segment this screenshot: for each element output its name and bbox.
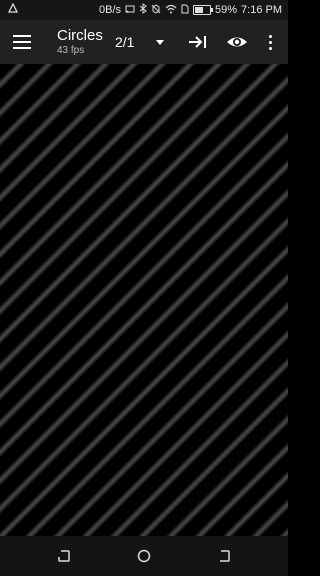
dropdown-arrow-icon <box>156 40 164 45</box>
app-root: 0B/s 59% 7:16 PM Circles 43 fps 2/1 <box>0 0 288 576</box>
speed-spinner[interactable]: 2/1 <box>110 30 170 54</box>
status-bar: 0B/s 59% 7:16 PM <box>0 0 288 20</box>
triangle-icon <box>7 2 19 16</box>
navigation-bar <box>0 536 288 576</box>
menu-icon[interactable] <box>10 30 34 54</box>
fps-counter: 43 fps <box>57 45 85 56</box>
silent-icon <box>151 3 161 17</box>
recents-icon[interactable] <box>215 547 233 565</box>
eye-icon[interactable] <box>225 30 249 54</box>
app-bar: Circles 43 fps 2/1 <box>0 20 288 64</box>
more-vert-icon[interactable] <box>258 30 282 54</box>
app-title: Circles <box>57 27 103 44</box>
sim-icon <box>181 4 189 17</box>
back-icon[interactable] <box>55 547 73 565</box>
wifi-icon <box>165 4 177 17</box>
home-icon[interactable] <box>135 547 153 565</box>
battery-fill <box>195 7 204 13</box>
spinner-value: 2/1 <box>115 34 135 50</box>
clock: 7:16 PM <box>241 4 282 16</box>
skip-to-end-icon[interactable] <box>186 30 210 54</box>
status-icons: 0B/s 59% 7:16 PM <box>99 0 282 20</box>
cast-icon <box>125 4 135 17</box>
bluetooth-icon <box>139 3 147 17</box>
battery-percent: 59% <box>215 4 238 16</box>
battery-icon <box>193 5 213 15</box>
network-speed: 0B/s <box>98 4 121 16</box>
